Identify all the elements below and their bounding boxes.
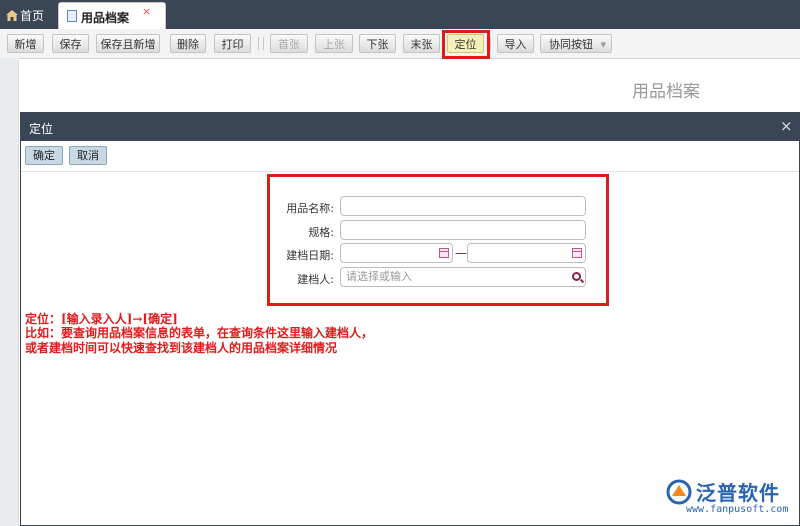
form-highlight-box [267,174,609,306]
annotation-line-3: 或者建档时间可以快速查找到该建档人的用品档案详细情况 [25,341,338,355]
print-button[interactable]: 打印 [214,34,251,53]
dialog-header: 定位 × [21,113,799,141]
toolbar: 新增 保存 保存且新增 删除 打印 首张 上张 下张 末张 定位 导入 协同按钮… [0,29,800,59]
tab-item-archive[interactable]: 用品档案 × [58,2,166,29]
confirm-button[interactable]: 确定 [25,146,63,165]
collaboration-dropdown-button[interactable]: 协同按钮 ▾ [540,34,612,53]
dialog-button-bar: 确定 取消 [21,141,799,172]
cancel-button[interactable]: 取消 [69,146,107,165]
toolbar-divider [258,37,259,50]
logo-name: 泛普软件 [696,481,780,505]
next-record-button[interactable]: 下张 [359,34,396,53]
import-button[interactable]: 导入 [497,34,534,53]
close-icon[interactable]: × [142,5,151,18]
toolbar-divider [490,37,491,50]
dropdown-arrow-icon: ▾ [600,38,607,51]
tab-home[interactable]: 首页 [6,7,44,24]
first-record-button[interactable]: 首张 [270,34,308,53]
locate-button-highlight [442,30,490,59]
document-icon [67,10,77,22]
save-and-add-button[interactable]: 保存且新增 [96,34,160,53]
tab-item-archive-label: 用品档案 [81,11,130,25]
last-record-button[interactable]: 末张 [403,34,440,53]
left-strip [0,58,18,526]
previous-record-button[interactable]: 上张 [315,34,353,53]
toolbar-divider [263,37,264,50]
tab-home-label: 首页 [20,9,45,23]
close-icon[interactable]: × [780,117,793,135]
save-button[interactable]: 保存 [52,34,89,53]
collaboration-dropdown-label: 协同按钮 [549,38,593,51]
page-title: 用品档案 [632,82,700,102]
home-icon [6,10,18,21]
delete-button[interactable]: 删除 [170,34,206,53]
tab-bar: 首页 用品档案 × [0,0,800,29]
fanpu-logo-icon [666,479,692,505]
add-button[interactable]: 新增 [7,34,44,53]
logo-url: www.fanpusoft.com [686,504,789,515]
dialog-title: 定位 [29,122,54,136]
